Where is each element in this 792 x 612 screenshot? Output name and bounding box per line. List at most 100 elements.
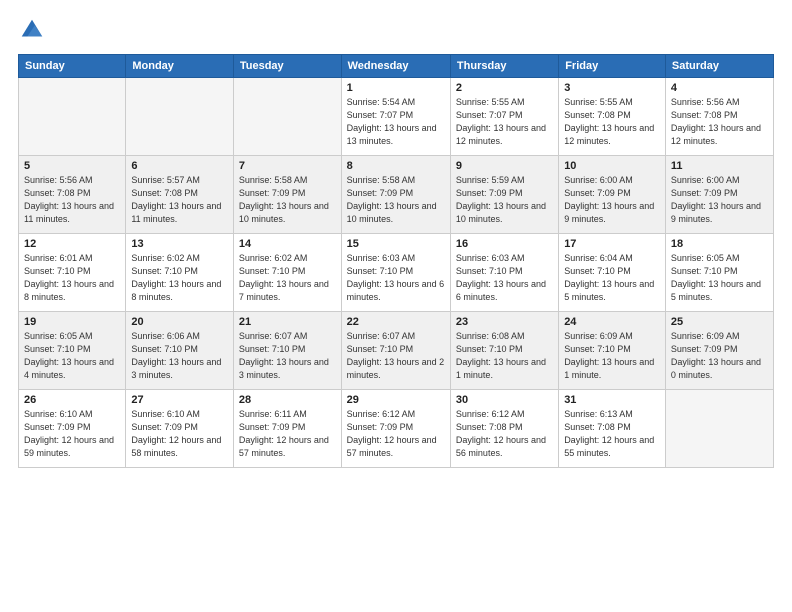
calendar-cell: 9Sunrise: 5:59 AM Sunset: 7:09 PM Daylig… bbox=[450, 156, 558, 234]
day-number: 5 bbox=[24, 160, 120, 172]
header-sunday: Sunday bbox=[19, 55, 126, 78]
cell-text: Sunrise: 6:04 AM Sunset: 7:10 PM Dayligh… bbox=[564, 252, 660, 304]
cell-text: Sunrise: 5:58 AM Sunset: 7:09 PM Dayligh… bbox=[239, 174, 336, 226]
cell-text: Sunrise: 5:57 AM Sunset: 7:08 PM Dayligh… bbox=[131, 174, 228, 226]
day-number: 8 bbox=[347, 160, 445, 172]
day-number: 4 bbox=[671, 82, 768, 94]
calendar-cell: 12 Sunrise: 6:01 AM Sunset: 7:10 PM Dayli… bbox=[19, 234, 126, 312]
cell-text: Sunrise: 6:06 AM Sunset: 7:10 PM Dayligh… bbox=[131, 330, 228, 382]
day-number: 21 bbox=[239, 316, 336, 328]
calendar: Sunday Monday Tuesday Wednesday Thursday… bbox=[18, 54, 774, 468]
calendar-cell: 11 Sunrise: 6:00 AM Sunset: 7:09 PM Dayli… bbox=[665, 156, 773, 234]
calendar-cell: 26 Sunrise: 6:10 AM Sunset: 7:09 PM Dayli… bbox=[19, 390, 126, 468]
calendar-cell: 8 Sunrise: 5:58 AM Sunset: 7:09 PM Daylig… bbox=[341, 156, 450, 234]
calendar-cell: 31 Sunrise: 6:13 AM Sunset: 7:08 PM Dayli… bbox=[559, 390, 666, 468]
calendar-cell: 6Sunrise: 5:57 AM Sunset: 7:08 PM Daylig… bbox=[126, 156, 234, 234]
day-number: 19 bbox=[24, 316, 120, 328]
day-number: 30 bbox=[456, 394, 553, 406]
cell-text: Sunrise: 5:56 AM Sunset: 7:08 PM Dayligh… bbox=[24, 174, 120, 226]
day-number: 15 bbox=[347, 238, 445, 250]
day-number: 12 bbox=[24, 238, 120, 250]
calendar-cell: 18Sunrise: 6:05 AM Sunset: 7:10 PM Dayli… bbox=[665, 234, 773, 312]
cell-text: Sunrise: 6:03 AM Sunset: 7:10 PM Dayligh… bbox=[456, 252, 553, 304]
header-saturday: Saturday bbox=[665, 55, 773, 78]
header-friday: Friday bbox=[559, 55, 666, 78]
calendar-cell: 24 Sunrise: 6:09 AM Sunset: 7:10 PM Dayli… bbox=[559, 312, 666, 390]
day-number: 25 bbox=[671, 316, 768, 328]
calendar-cell: 4 Sunrise: 5:56 AM Sunset: 7:08 PM Daylig… bbox=[665, 78, 773, 156]
calendar-cell: 2 Sunrise: 5:55 AM Sunset: 7:07 PM Daylig… bbox=[450, 78, 558, 156]
calendar-cell: 15 Sunrise: 6:03 AM Sunset: 7:10 PM Dayli… bbox=[341, 234, 450, 312]
cell-text: Sunrise: 6:12 AM Sunset: 7:09 PM Dayligh… bbox=[347, 408, 445, 460]
header-thursday: Thursday bbox=[450, 55, 558, 78]
calendar-cell: 28Sunrise: 6:11 AM Sunset: 7:09 PM Dayli… bbox=[233, 390, 341, 468]
cell-text: Sunrise: 6:12 AM Sunset: 7:08 PM Dayligh… bbox=[456, 408, 553, 460]
day-number: 3 bbox=[564, 82, 660, 94]
cell-text: Sunrise: 6:01 AM Sunset: 7:10 PM Dayligh… bbox=[24, 252, 120, 304]
cell-text: Sunrise: 5:55 AM Sunset: 7:07 PM Dayligh… bbox=[456, 96, 553, 148]
cell-text: Sunrise: 5:58 AM Sunset: 7:09 PM Dayligh… bbox=[347, 174, 445, 226]
day-number: 1 bbox=[347, 82, 445, 94]
cell-text: Sunrise: 6:09 AM Sunset: 7:10 PM Dayligh… bbox=[564, 330, 660, 382]
day-number: 13 bbox=[131, 238, 228, 250]
day-number: 2 bbox=[456, 82, 553, 94]
cell-text: Sunrise: 6:07 AM Sunset: 7:10 PM Dayligh… bbox=[239, 330, 336, 382]
calendar-cell: 19 Sunrise: 6:05 AM Sunset: 7:10 PM Dayli… bbox=[19, 312, 126, 390]
header-tuesday: Tuesday bbox=[233, 55, 341, 78]
calendar-cell bbox=[233, 78, 341, 156]
calendar-cell: 16Sunrise: 6:03 AM Sunset: 7:10 PM Dayli… bbox=[450, 234, 558, 312]
calendar-cell: 25 Sunrise: 6:09 AM Sunset: 7:09 PM Dayli… bbox=[665, 312, 773, 390]
day-number: 31 bbox=[564, 394, 660, 406]
calendar-cell: 1 Sunrise: 5:54 AM Sunset: 7:07 PM Daylig… bbox=[341, 78, 450, 156]
calendar-week-2: 5 Sunrise: 5:56 AM Sunset: 7:08 PM Daylig… bbox=[19, 156, 774, 234]
calendar-cell: 14 Sunrise: 6:02 AM Sunset: 7:10 PM Dayli… bbox=[233, 234, 341, 312]
header-wednesday: Wednesday bbox=[341, 55, 450, 78]
calendar-cell: 30 Sunrise: 6:12 AM Sunset: 7:08 PM Dayli… bbox=[450, 390, 558, 468]
calendar-cell: 3 Sunrise: 5:55 AM Sunset: 7:08 PM Daylig… bbox=[559, 78, 666, 156]
day-number: 14 bbox=[239, 238, 336, 250]
day-number: 7 bbox=[239, 160, 336, 172]
cell-text: Sunrise: 5:56 AM Sunset: 7:08 PM Dayligh… bbox=[671, 96, 768, 148]
cell-text: Sunrise: 6:05 AM Sunset: 7:10 PM Dayligh… bbox=[24, 330, 120, 382]
weekday-header-row: Sunday Monday Tuesday Wednesday Thursday… bbox=[19, 55, 774, 78]
calendar-cell: 27Sunrise: 6:10 AM Sunset: 7:09 PM Dayli… bbox=[126, 390, 234, 468]
cell-text: Sunrise: 5:54 AM Sunset: 7:07 PM Dayligh… bbox=[347, 96, 445, 148]
calendar-cell bbox=[19, 78, 126, 156]
day-number: 10 bbox=[564, 160, 660, 172]
page-header bbox=[18, 16, 774, 44]
cell-text: Sunrise: 6:08 AM Sunset: 7:10 PM Dayligh… bbox=[456, 330, 553, 382]
day-number: 20 bbox=[131, 316, 228, 328]
calendar-cell: 17 Sunrise: 6:04 AM Sunset: 7:10 PM Dayli… bbox=[559, 234, 666, 312]
calendar-cell: 22 Sunrise: 6:07 AM Sunset: 7:10 PM Dayli… bbox=[341, 312, 450, 390]
cell-text: Sunrise: 6:13 AM Sunset: 7:08 PM Dayligh… bbox=[564, 408, 660, 460]
calendar-cell: 29 Sunrise: 6:12 AM Sunset: 7:09 PM Dayli… bbox=[341, 390, 450, 468]
calendar-cell: 7 Sunrise: 5:58 AM Sunset: 7:09 PM Daylig… bbox=[233, 156, 341, 234]
calendar-cell: 20 Sunrise: 6:06 AM Sunset: 7:10 PM Dayli… bbox=[126, 312, 234, 390]
cell-text: Sunrise: 6:10 AM Sunset: 7:09 PM Dayligh… bbox=[24, 408, 120, 460]
day-number: 17 bbox=[564, 238, 660, 250]
cell-text: Sunrise: 6:05 AM Sunset: 7:10 PM Dayligh… bbox=[671, 252, 768, 304]
day-number: 23 bbox=[456, 316, 553, 328]
cell-text: Sunrise: 6:00 AM Sunset: 7:09 PM Dayligh… bbox=[564, 174, 660, 226]
cell-text: Sunrise: 5:55 AM Sunset: 7:08 PM Dayligh… bbox=[564, 96, 660, 148]
cell-text: Sunrise: 6:00 AM Sunset: 7:09 PM Dayligh… bbox=[671, 174, 768, 226]
logo-icon bbox=[18, 16, 46, 44]
cell-text: Sunrise: 6:09 AM Sunset: 7:09 PM Dayligh… bbox=[671, 330, 768, 382]
cell-text: Sunrise: 6:02 AM Sunset: 7:10 PM Dayligh… bbox=[239, 252, 336, 304]
day-number: 29 bbox=[347, 394, 445, 406]
cell-text: Sunrise: 6:03 AM Sunset: 7:10 PM Dayligh… bbox=[347, 252, 445, 304]
day-number: 28 bbox=[239, 394, 336, 406]
calendar-week-5: 26 Sunrise: 6:10 AM Sunset: 7:09 PM Dayli… bbox=[19, 390, 774, 468]
cell-text: Sunrise: 6:07 AM Sunset: 7:10 PM Dayligh… bbox=[347, 330, 445, 382]
calendar-week-1: 1 Sunrise: 5:54 AM Sunset: 7:07 PM Daylig… bbox=[19, 78, 774, 156]
calendar-cell: 23 Sunrise: 6:08 AM Sunset: 7:10 PM Dayli… bbox=[450, 312, 558, 390]
day-number: 24 bbox=[564, 316, 660, 328]
calendar-cell bbox=[126, 78, 234, 156]
calendar-cell: 13Sunrise: 6:02 AM Sunset: 7:10 PM Dayli… bbox=[126, 234, 234, 312]
calendar-cell: 10 Sunrise: 6:00 AM Sunset: 7:09 PM Dayli… bbox=[559, 156, 666, 234]
calendar-week-4: 19 Sunrise: 6:05 AM Sunset: 7:10 PM Dayli… bbox=[19, 312, 774, 390]
cell-text: Sunrise: 5:59 AM Sunset: 7:09 PM Dayligh… bbox=[456, 174, 553, 226]
day-number: 22 bbox=[347, 316, 445, 328]
day-number: 26 bbox=[24, 394, 120, 406]
day-number: 11 bbox=[671, 160, 768, 172]
